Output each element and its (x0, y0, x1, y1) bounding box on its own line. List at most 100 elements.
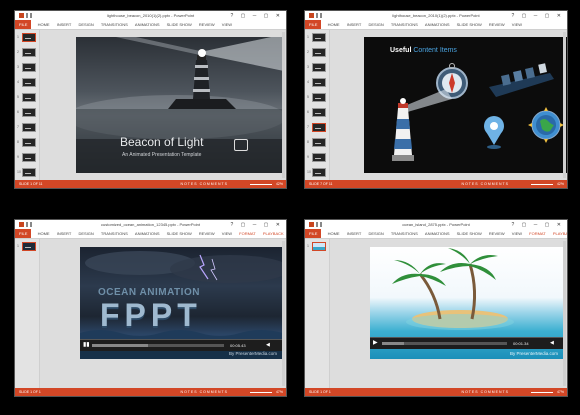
slide-thumbnail[interactable]: 4 (17, 78, 36, 87)
slide-thumbnail[interactable]: 1 (17, 242, 36, 251)
slide-thumbnail[interactable]: 3 (307, 63, 326, 72)
tab-view[interactable]: VIEW (222, 20, 232, 29)
zoom-level[interactable]: 42% (557, 182, 564, 186)
slide-thumbnail[interactable]: 1 (17, 33, 36, 42)
tab-insert[interactable]: INSERT (57, 229, 72, 238)
slide-thumbnail[interactable]: 8 (17, 138, 36, 147)
tab-slide-show[interactable]: SLIDE SHOW (457, 229, 482, 238)
slide-thumbnail[interactable]: 7 (307, 123, 326, 132)
tab-review[interactable]: REVIEW (199, 229, 215, 238)
vertical-scrollbar[interactable] (563, 241, 566, 386)
powerpoint-window-content-items: lighthouse_beacon_2010(1)(2).pptx - Powe… (304, 10, 568, 189)
powerpoint-window-lighthouse: lighthouse_beacon_2010(1)(2).pptx - Powe… (14, 10, 287, 189)
tab-home[interactable]: HOME (38, 229, 50, 238)
tab-insert[interactable]: INSERT (347, 20, 362, 29)
slide-thumbnail[interactable]: 10 (17, 168, 36, 177)
tab-home[interactable]: HOME (328, 20, 340, 29)
tab-review[interactable]: REVIEW (199, 20, 215, 29)
tab-animations[interactable]: ANIMATIONS (135, 20, 160, 29)
slide-thumbnail[interactable]: 9 (17, 153, 36, 162)
tab-design[interactable]: DESIGN (78, 20, 93, 29)
slide-thumbnail[interactable]: 9 (307, 153, 326, 162)
tab-review[interactable]: REVIEW (489, 229, 505, 238)
notes-comments-buttons[interactable]: NOTES COMMENTS (181, 182, 228, 186)
tab-animations[interactable]: ANIMATIONS (425, 20, 450, 29)
tab-transitions[interactable]: TRANSITIONS (101, 20, 128, 29)
tab-view[interactable]: VIEW (512, 20, 522, 29)
vertical-scrollbar[interactable] (282, 32, 285, 178)
slide-thumbnail[interactable]: 6 (307, 108, 326, 117)
tab-animations[interactable]: ANIMATIONS (425, 229, 450, 238)
slide-content-items[interactable]: Useful Content Items (364, 37, 567, 173)
powerpoint-window-ocean-animation: customized_ocean_animation_12345.pptx - … (14, 219, 287, 397)
title-bar: lighthouse_beacon_2010(1)(2).pptx - Powe… (15, 11, 286, 20)
slide-title: Beacon of Light (120, 135, 204, 149)
vertical-scrollbar[interactable] (563, 32, 566, 178)
slide-thumbnail[interactable]: 7 (17, 123, 36, 132)
play-icon[interactable]: ▮▮ (83, 342, 90, 348)
slide-thumbnail-pane: 1 2 3 4 5 6 7 8 9 10 (305, 30, 330, 180)
file-tab[interactable]: FILE (15, 229, 32, 238)
tab-animations[interactable]: ANIMATIONS (135, 229, 160, 238)
tab-design[interactable]: DESIGN (78, 229, 93, 238)
tab-view[interactable]: VIEW (222, 229, 232, 238)
slide-thumbnail-pane: 1 2 3 4 5 6 7 8 9 10 (15, 30, 40, 180)
slide-ocean-animation[interactable]: OCEAN ANIMATION FPPT By PresenterMedia.c… (80, 247, 283, 359)
slide-thumbnail[interactable]: 2 (17, 48, 36, 57)
zoom-level[interactable]: 47% (276, 390, 283, 394)
zoom-slider[interactable] (250, 391, 272, 393)
title-bar: customized_ocean_animation_12345.pptx - … (15, 220, 286, 229)
play-icon[interactable]: ▶ (373, 340, 378, 346)
slide-counter: SLIDE 7 OF 11 (309, 182, 333, 186)
slide-thumbnail[interactable]: 3 (17, 63, 36, 72)
slide-lighthouse[interactable]: Beacon of Light An Animated Presentation… (76, 37, 284, 173)
zoom-level[interactable]: 42% (276, 182, 283, 186)
tab-insert[interactable]: INSERT (57, 20, 72, 29)
tab-format[interactable]: FORMAT (529, 229, 546, 238)
slide-thumbnail[interactable]: 5 (307, 93, 326, 102)
zoom-slider[interactable] (531, 391, 553, 393)
volume-icon[interactable]: ◀ (550, 340, 554, 346)
tab-slide-show[interactable]: SLIDE SHOW (167, 20, 192, 29)
tab-transitions[interactable]: TRANSITIONS (391, 20, 418, 29)
slide-thumbnail[interactable]: 1 (307, 242, 326, 251)
tab-review[interactable]: REVIEW (489, 20, 505, 29)
tab-slide-show[interactable]: SLIDE SHOW (167, 229, 192, 238)
slide-thumbnail[interactable]: 4 (307, 78, 326, 87)
slide-ocean-island[interactable]: By PresenterMedia.com ▶ 00:01.34 ◀ (370, 247, 566, 359)
tab-insert[interactable]: INSERT (347, 229, 362, 238)
vertical-scrollbar[interactable] (282, 241, 285, 386)
slide-editing-area: By PresenterMedia.com ▶ 00:01.34 ◀ (330, 239, 567, 388)
tab-design[interactable]: DESIGN (368, 229, 383, 238)
file-tab[interactable]: FILE (305, 229, 322, 238)
window-controls[interactable]: ? ▢ ─ ▢ ✕ (511, 13, 564, 19)
slide-thumbnail[interactable]: 2 (307, 48, 326, 57)
notes-comments-buttons[interactable]: NOTES COMMENTS (462, 182, 509, 186)
tab-home[interactable]: HOME (38, 20, 50, 29)
tab-transitions[interactable]: TRANSITIONS (391, 229, 418, 238)
notes-comments-buttons[interactable]: NOTES COMMENTS (181, 390, 228, 394)
window-controls[interactable]: ? ▢ ─ ▢ ✕ (230, 13, 283, 19)
tab-home[interactable]: HOME (328, 229, 340, 238)
slide-thumbnail[interactable]: 8 (307, 138, 326, 147)
tab-playback[interactable]: PLAYBACK (263, 229, 284, 238)
tab-playback[interactable]: PLAYBACK (553, 229, 567, 238)
tab-format[interactable]: FORMAT (239, 229, 256, 238)
volume-icon[interactable]: ◀ (266, 342, 270, 348)
zoom-slider[interactable] (531, 183, 553, 185)
zoom-level[interactable]: 47% (557, 390, 564, 394)
tab-slide-show[interactable]: SLIDE SHOW (457, 20, 482, 29)
window-controls[interactable]: ? ▢ ─ ▢ ✕ (230, 222, 283, 228)
slide-thumbnail[interactable]: 1 (307, 33, 326, 42)
slide-thumbnail[interactable]: 6 (17, 108, 36, 117)
zoom-slider[interactable] (250, 183, 272, 185)
file-tab[interactable]: FILE (305, 20, 322, 29)
tab-design[interactable]: DESIGN (368, 20, 383, 29)
slide-thumbnail[interactable]: 10 (307, 168, 326, 177)
file-tab[interactable]: FILE (15, 20, 32, 29)
notes-comments-buttons[interactable]: NOTES COMMENTS (462, 390, 509, 394)
window-controls[interactable]: ? ▢ ─ ▢ ✕ (511, 222, 564, 228)
tab-transitions[interactable]: TRANSITIONS (101, 229, 128, 238)
slide-thumbnail[interactable]: 5 (17, 93, 36, 102)
tab-view[interactable]: VIEW (512, 229, 522, 238)
